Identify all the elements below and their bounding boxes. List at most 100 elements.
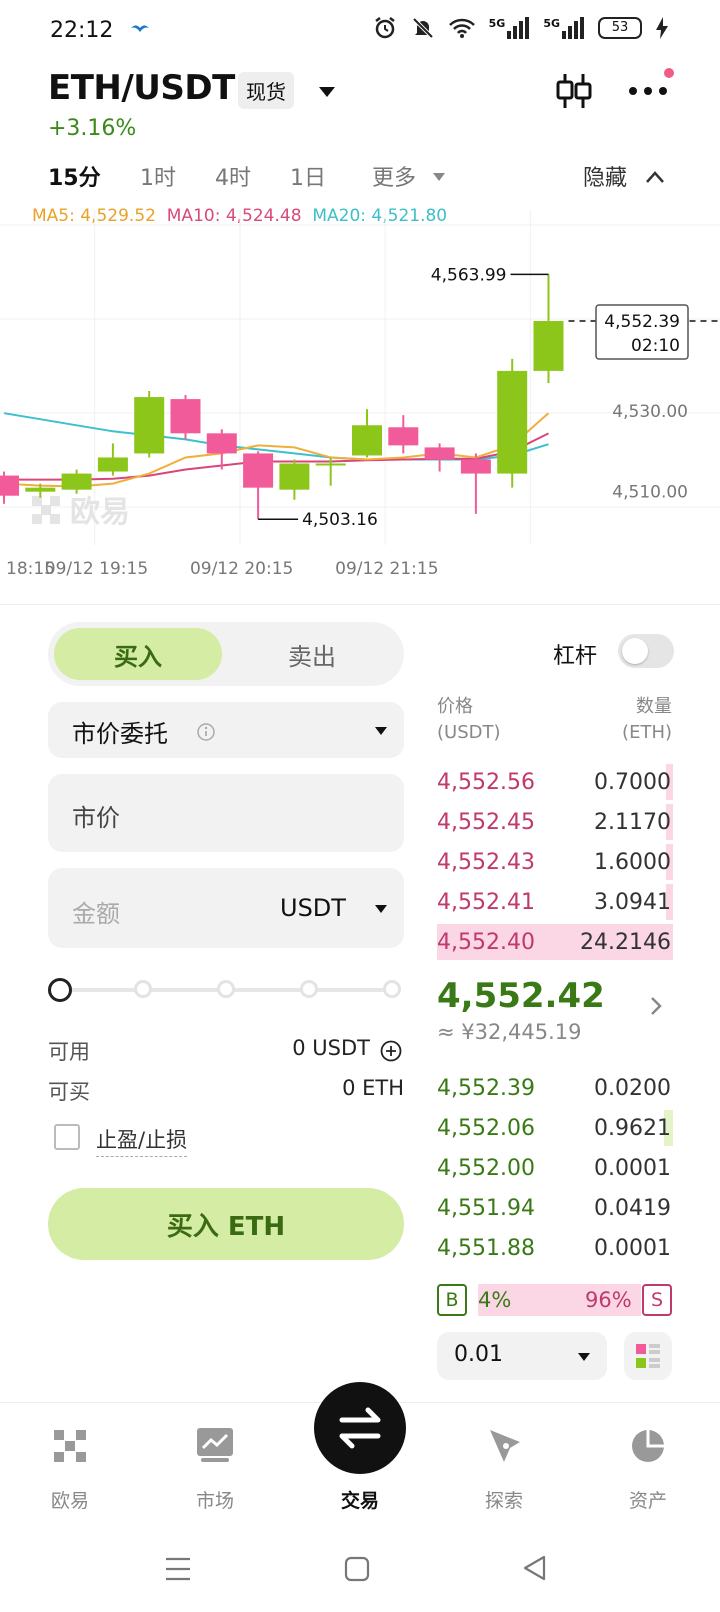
bid-qty: 0.0419 — [594, 1196, 671, 1221]
wifi-icon — [448, 18, 475, 38]
candle-body — [424, 447, 455, 460]
ask-row[interactable]: 4,552.45 2.1170 — [437, 804, 673, 840]
candle — [533, 274, 564, 383]
amount-unit-caret-icon[interactable] — [374, 904, 388, 914]
candle — [170, 395, 201, 440]
high-price-label: 4,563.99 — [431, 265, 507, 285]
bid-row[interactable]: 4,551.88 0.0001 — [437, 1230, 673, 1266]
sell-tab[interactable]: 卖出 — [228, 628, 396, 680]
nav-trade-label[interactable]: 交易 — [310, 1486, 410, 1513]
pair-dropdown-icon[interactable] — [318, 86, 336, 98]
available-value: 0 USDT — [292, 1036, 370, 1060]
nav-trade-button[interactable] — [314, 1382, 406, 1474]
candle-body — [97, 457, 128, 472]
ask-row[interactable]: 4,552.40 24.2146 — [437, 924, 673, 960]
nav-okx[interactable]: 欧易 — [20, 1420, 120, 1512]
candle-body — [533, 321, 564, 371]
swap-arrows-icon — [339, 1407, 381, 1449]
leverage-toggle-knob[interactable] — [622, 638, 648, 664]
candle-body — [279, 463, 310, 490]
chart-overlay: 4,530.004,510.0018:1509/12 19:15 09/12 20… — [6, 265, 720, 579]
candlestick-icon[interactable] — [555, 72, 593, 110]
bid-row[interactable]: 4,552.39 0.0200 — [437, 1070, 673, 1106]
ask-qty: 2.1170 — [594, 810, 671, 835]
buy-eth-button[interactable]: 买入 ETH — [48, 1188, 404, 1260]
pie-chart-icon — [632, 1430, 664, 1462]
bid-row[interactable]: 4,552.06 0.9621 — [437, 1110, 673, 1146]
svg-text:欧易: 欧易 — [70, 495, 130, 530]
bid-qty: 0.0001 — [594, 1236, 671, 1261]
candles — [0, 274, 564, 520]
slider-stop-75[interactable] — [300, 980, 318, 998]
ask-row[interactable]: 4,552.43 1.6000 — [437, 844, 673, 880]
available-label: 可用 — [48, 1040, 90, 1064]
charging-icon — [656, 17, 668, 39]
slider-stop-25[interactable] — [134, 980, 152, 998]
bid-row[interactable]: 4,552.00 0.0001 — [437, 1150, 673, 1186]
buy-tab[interactable]: 买入 — [54, 628, 222, 680]
nav-discover[interactable]: 探索 — [454, 1420, 554, 1512]
chevron-up-icon[interactable] — [645, 170, 665, 184]
system-menu-icon[interactable] — [164, 1556, 192, 1582]
bid-price: 4,552.39 — [437, 1076, 535, 1101]
nav-assets[interactable]: 资产 — [598, 1420, 698, 1512]
system-home-icon[interactable] — [344, 1556, 370, 1582]
slider-stop-50[interactable] — [217, 980, 235, 998]
ask-row[interactable]: 4,552.41 3.0941 — [437, 884, 673, 920]
last-price-cny: ≈ ¥32,445.19 — [437, 1020, 582, 1044]
hide-chart-button[interactable]: 隐藏 — [583, 160, 627, 192]
bid-price: 4,552.00 — [437, 1156, 535, 1181]
candle — [97, 443, 128, 476]
candle-body — [61, 473, 92, 490]
orderbook-layout-button[interactable] — [624, 1332, 672, 1380]
tpsl-checkbox[interactable] — [54, 1124, 80, 1150]
nav-assets-label: 资产 — [628, 1490, 667, 1512]
timeframe-4h[interactable]: 4时 — [215, 160, 251, 192]
timeframe-1h[interactable]: 1时 — [140, 160, 176, 192]
ask-price: 4,552.56 — [437, 770, 535, 795]
orderbook-qty-header: 数量 (ETH) — [560, 694, 672, 746]
tpsl-label[interactable]: 止盈/止损 — [96, 1124, 188, 1157]
price-value: 市价 — [72, 804, 120, 832]
qty-header-label: 数量 — [636, 696, 672, 717]
nav-okx-label: 欧易 — [50, 1490, 89, 1512]
ask-price: 4,552.40 — [437, 930, 535, 955]
bid-qty: 0.9621 — [594, 1116, 671, 1141]
bid-price: 4,551.94 — [437, 1196, 535, 1221]
market-chart-icon — [197, 1428, 233, 1462]
info-icon[interactable] — [196, 722, 216, 742]
candle-body — [352, 425, 382, 456]
system-back-icon[interactable] — [522, 1554, 548, 1582]
slider-stop-100[interactable] — [383, 980, 401, 998]
bid-qty: 0.0200 — [594, 1076, 671, 1101]
bid-row[interactable]: 4,551.94 0.0419 — [437, 1190, 673, 1226]
battery-icon: 53 — [598, 17, 642, 39]
buyable-label: 可买 — [48, 1080, 90, 1104]
candle-body — [388, 427, 419, 446]
last-price[interactable]: 4,552.42 — [437, 976, 605, 1016]
amount-slider-thumb[interactable] — [48, 978, 72, 1002]
precision-value: 0.01 — [454, 1342, 503, 1367]
sell-ratio-percent: 96% — [585, 1288, 632, 1312]
nav-market[interactable]: 市场 — [165, 1420, 265, 1512]
ask-row[interactable]: 4,552.56 0.7000 — [437, 764, 673, 800]
ask-qty: 1.6000 — [594, 850, 671, 875]
timeframe-15m[interactable]: 15分 — [48, 160, 101, 192]
add-funds-icon[interactable] — [380, 1040, 402, 1062]
x-tick-label: 09/12 19:15 — [45, 559, 148, 579]
candle — [388, 415, 419, 454]
candlestick-chart[interactable]: 欧易 4,530.004,510.0018:1509/12 19:15 09/12… — [0, 200, 720, 604]
amount-unit-select[interactable]: USDT — [280, 894, 346, 922]
order-type-value: 市价委托 — [72, 720, 168, 748]
candle-body — [0, 475, 19, 496]
timeframe-1d[interactable]: 1日 — [290, 160, 326, 192]
chevron-right-icon[interactable] — [650, 996, 662, 1016]
nav-discover-label: 探索 — [484, 1490, 523, 1512]
more-options-icon[interactable] — [628, 86, 668, 96]
timeframe-more[interactable]: 更多 — [372, 160, 416, 192]
current-price-label: 4,552.39 — [604, 312, 680, 332]
ask-price: 4,552.43 — [437, 850, 535, 875]
buy-ratio-tag: B — [437, 1284, 467, 1316]
notification-dot — [664, 68, 674, 78]
pair-title[interactable]: ETH/USDT — [48, 68, 235, 108]
